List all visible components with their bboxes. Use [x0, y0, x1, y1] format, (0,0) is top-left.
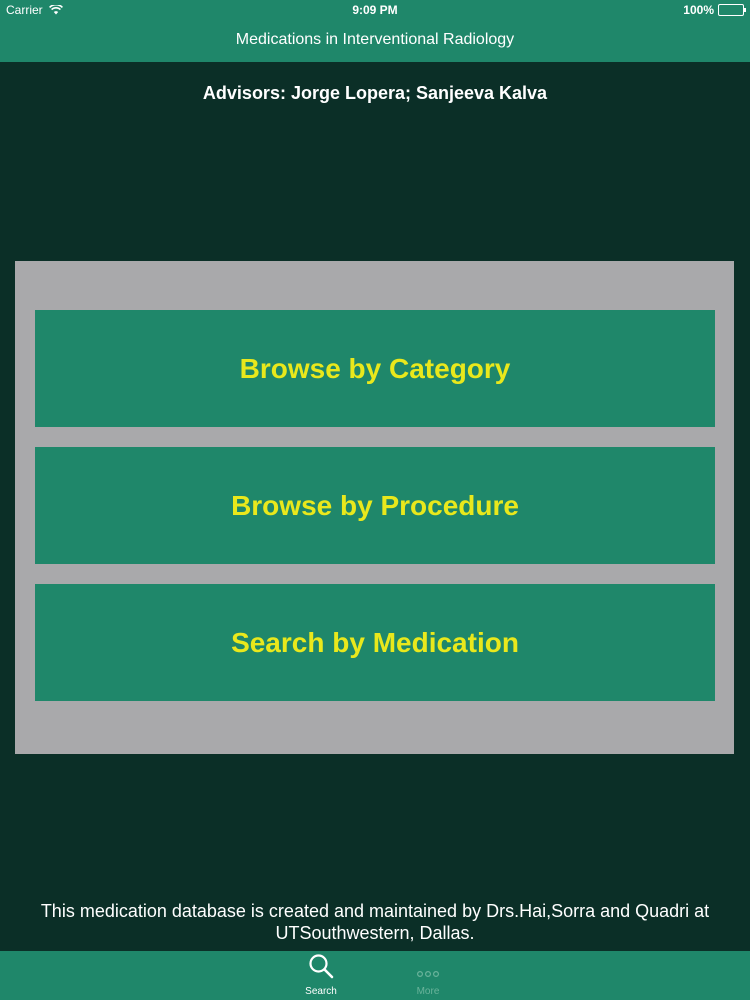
search-by-medication-button[interactable]: Search by Medication [35, 584, 715, 701]
more-icon [398, 951, 458, 979]
menu-panel: Browse by Category Browse by Procedure S… [15, 261, 734, 754]
browse-by-category-button[interactable]: Browse by Category [35, 310, 715, 427]
status-battery: 100% [683, 3, 746, 17]
status-bar: Carrier 9:09 PM 100% [0, 0, 750, 22]
search-icon [291, 951, 351, 979]
status-time: 9:09 PM [352, 3, 398, 17]
battery-icon [718, 4, 746, 16]
tab-bar: Search More [0, 951, 750, 1000]
battery-percent: 100% [683, 3, 714, 17]
footer-credits: This medication database is created and … [40, 901, 710, 943]
page-title: Medications in Interventional Radiology [235, 31, 515, 48]
tab-more[interactable]: More [398, 951, 458, 1000]
browse-by-procedure-button[interactable]: Browse by Procedure [35, 447, 715, 564]
advisors-text: Advisors: Jorge Lopera; Sanjeeva Kalva [202, 83, 548, 103]
top-bar: Carrier 9:09 PM 100% Medications in Inte… [0, 0, 750, 62]
tab-search[interactable]: Search [291, 951, 351, 1000]
tab-search-label: Search [305, 986, 337, 997]
tab-more-label: More [416, 986, 440, 997]
